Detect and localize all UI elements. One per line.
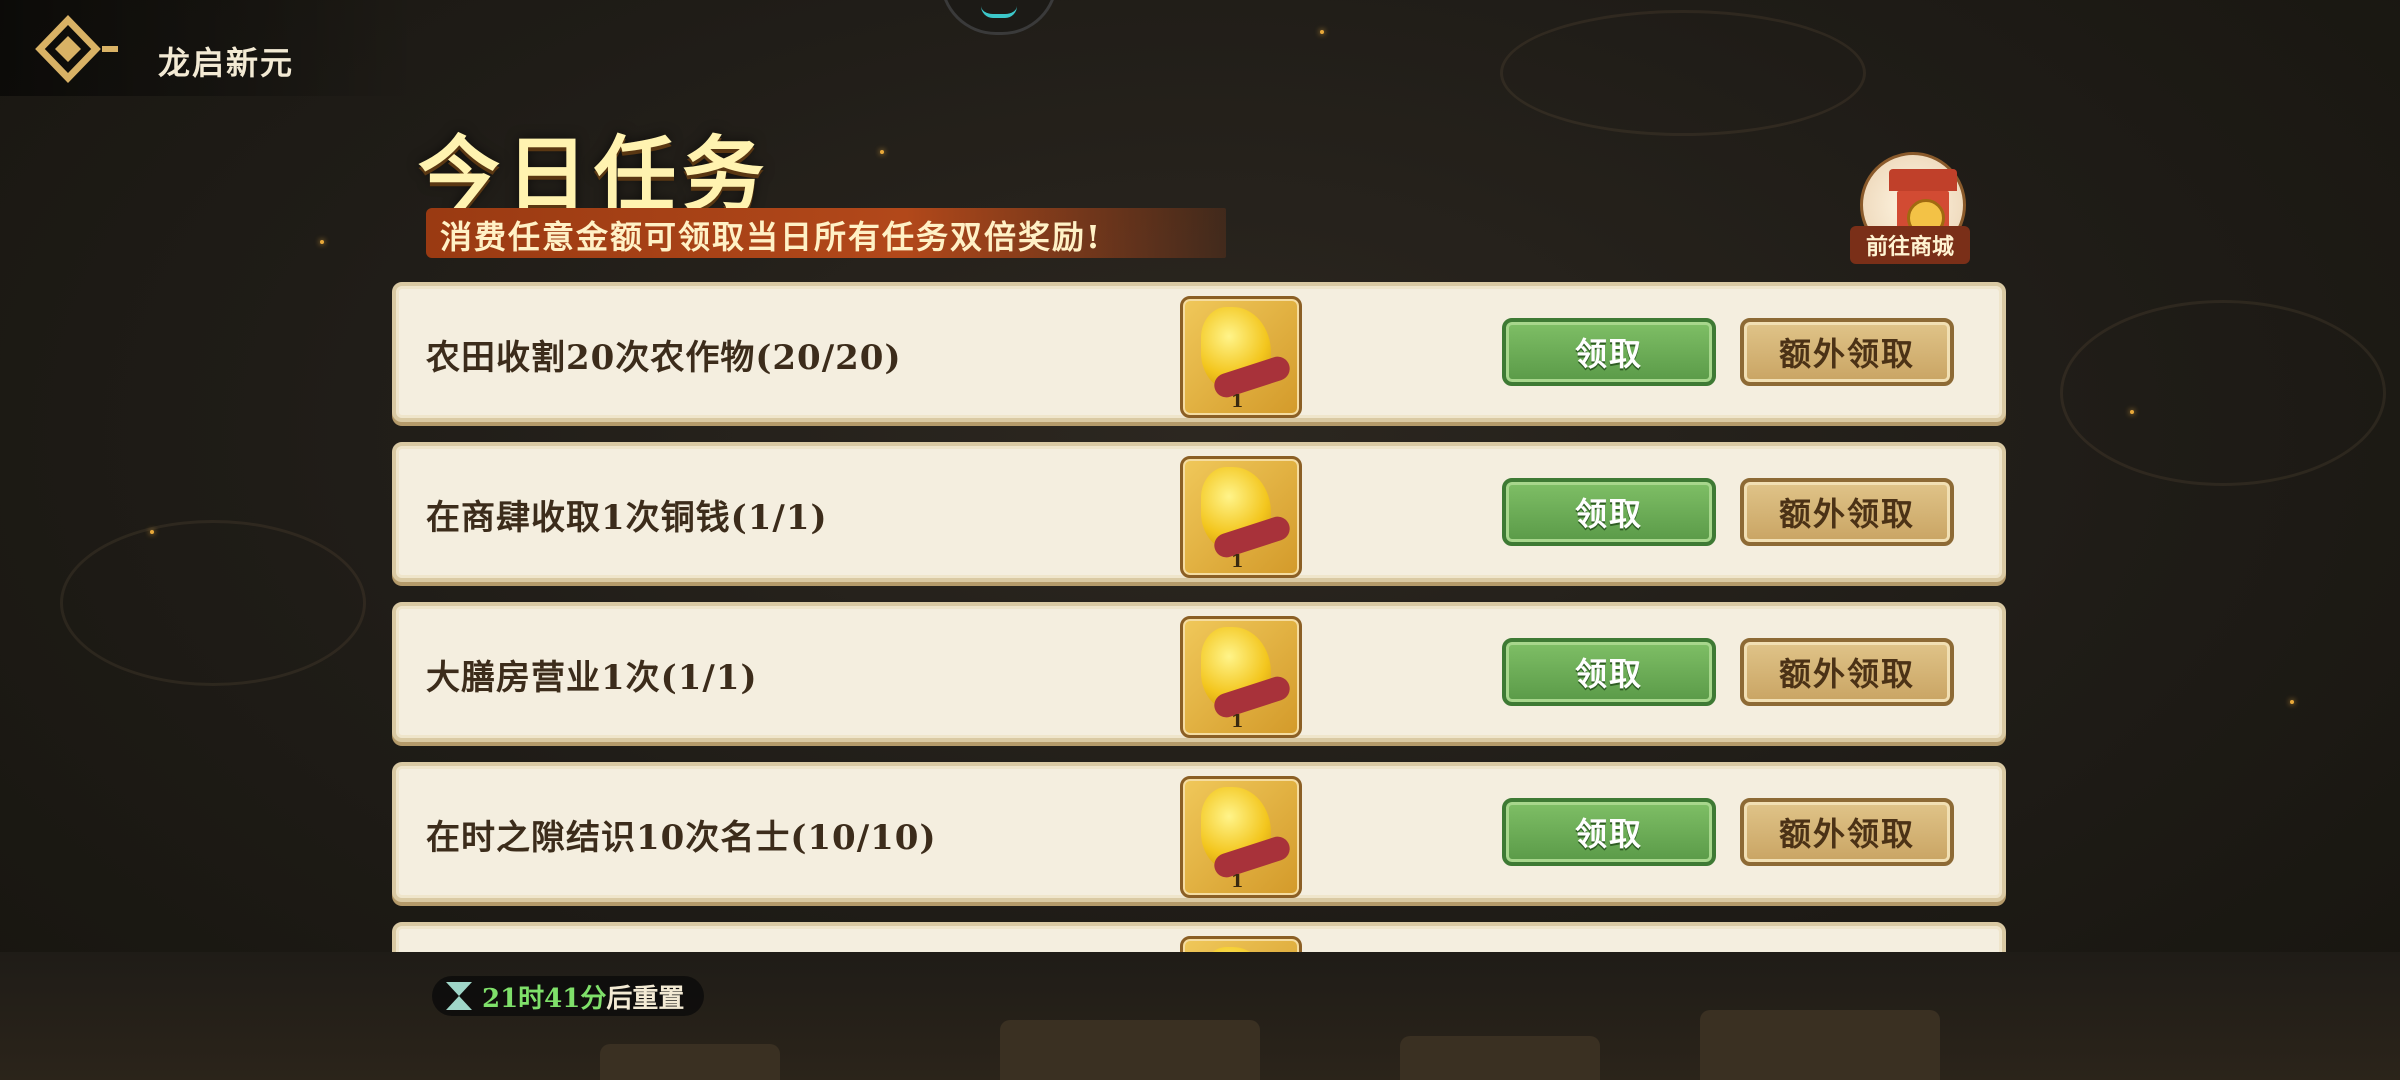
claim-button[interactable]: 领取 bbox=[1502, 638, 1716, 706]
spark-decoration bbox=[2130, 410, 2134, 414]
task-row: 在时之隙结识10次名士(10/10) 1 领取 额外领取 bbox=[392, 762, 2006, 902]
shop-label: 前往商城 bbox=[1850, 226, 1970, 264]
timer-time: 21时41分 bbox=[482, 983, 607, 1014]
spark-decoration bbox=[320, 240, 324, 244]
dragon-reward-icon: 1 bbox=[1180, 456, 1302, 578]
extra-claim-button[interactable]: 额外领取 bbox=[1740, 798, 1954, 866]
reset-timer: 21时41分 后重置 bbox=[432, 976, 705, 1016]
cloud-decoration bbox=[1500, 10, 1866, 136]
dragon-reward-icon: 1 bbox=[1180, 776, 1302, 898]
task-list[interactable]: 农田收割20次农作物(20/20) 1 领取 额外领取 在商肆收取1次铜钱(1/… bbox=[392, 280, 2010, 952]
claim-button[interactable]: 领取 bbox=[1502, 798, 1716, 866]
extra-claim-button[interactable]: 额外领取 bbox=[1740, 318, 1954, 386]
spark-decoration bbox=[2290, 700, 2294, 704]
cloud-decoration bbox=[60, 520, 366, 686]
reward-count: 1 bbox=[1231, 391, 1244, 412]
claim-button[interactable]: 领取 bbox=[1502, 478, 1716, 546]
task-label: 在时之隙结识10次名士(10/10) bbox=[426, 818, 937, 858]
spark-decoration bbox=[150, 530, 154, 534]
back-arrow-icon bbox=[35, 14, 118, 84]
reward-count: 1 bbox=[1231, 551, 1244, 572]
dragon-reward-icon bbox=[1180, 936, 1302, 952]
dragon-reward-icon: 1 bbox=[1180, 616, 1302, 738]
task-label: 在商肆收取1次铜钱(1/1) bbox=[426, 498, 828, 538]
task-row-partial bbox=[392, 922, 2006, 952]
hourglass-icon bbox=[446, 982, 472, 1010]
task-row: 农田收割20次农作物(20/20) 1 领取 额外领取 bbox=[392, 282, 2006, 422]
app-title: 龙启新元 bbox=[158, 44, 295, 82]
task-label: 大膳房营业1次(1/1) bbox=[426, 658, 758, 698]
spark-decoration bbox=[880, 150, 884, 154]
extra-claim-button[interactable]: 额外领取 bbox=[1740, 638, 1954, 706]
camera-notch bbox=[940, 0, 1058, 35]
reward-count: 1 bbox=[1231, 871, 1244, 892]
dragon-reward-icon: 1 bbox=[1180, 296, 1302, 418]
task-row: 大膳房营业1次(1/1) 1 领取 额外领取 bbox=[392, 602, 2006, 742]
palace-silhouette bbox=[0, 952, 2400, 1080]
extra-claim-button[interactable]: 额外领取 bbox=[1740, 478, 1954, 546]
promo-banner-text: 消费任意金额可领取当日所有任务双倍奖励! bbox=[440, 218, 1103, 256]
cloud-decoration bbox=[2060, 300, 2386, 486]
spark-decoration bbox=[1320, 30, 1324, 34]
task-row: 在商肆收取1次铜钱(1/1) 1 领取 额外领取 bbox=[392, 442, 2006, 582]
timer-suffix: 后重置 bbox=[606, 983, 685, 1014]
claim-button[interactable]: 领取 bbox=[1502, 318, 1716, 386]
task-label: 农田收割20次农作物(20/20) bbox=[426, 338, 902, 378]
go-to-shop-button[interactable]: 前往商城 bbox=[1850, 152, 1970, 264]
reward-count: 1 bbox=[1231, 711, 1244, 732]
back-button[interactable] bbox=[34, 14, 134, 84]
